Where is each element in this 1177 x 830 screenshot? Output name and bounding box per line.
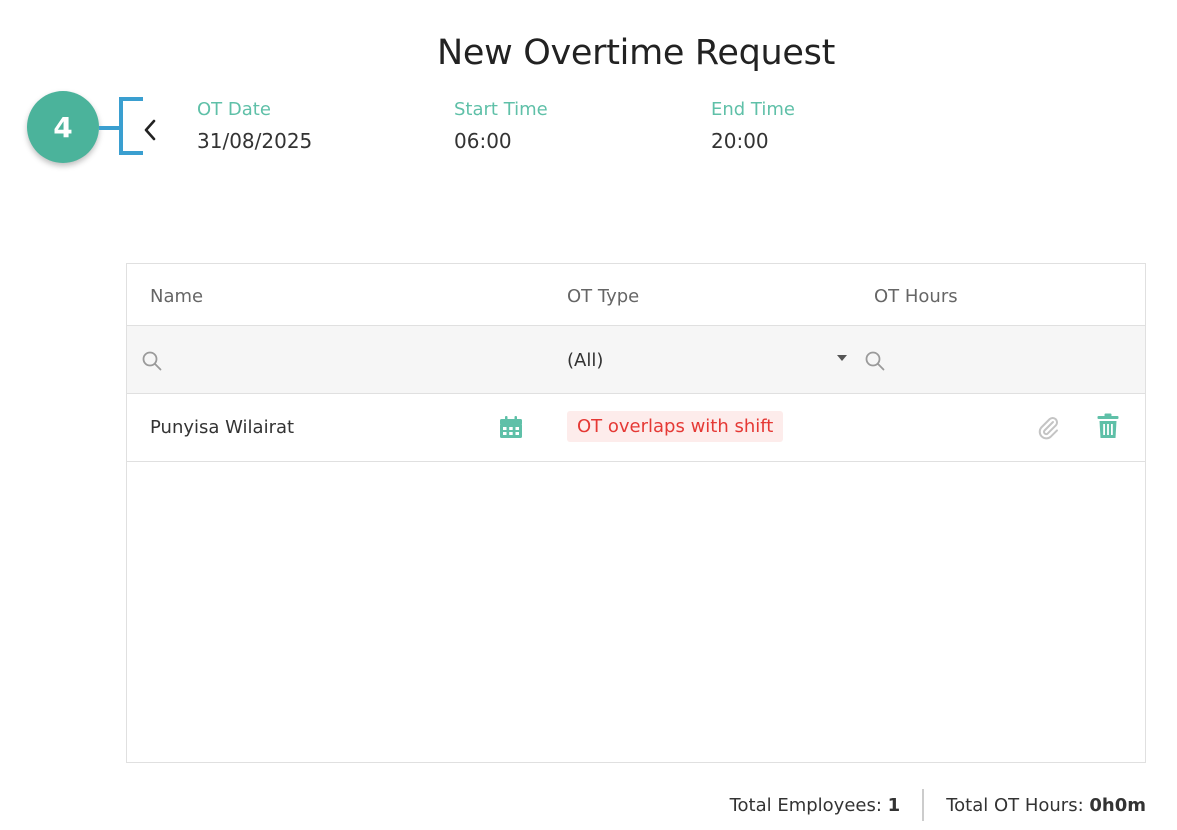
column-header-ot-hours[interactable]: OT Hours bbox=[874, 286, 958, 307]
paperclip-icon bbox=[1038, 416, 1059, 440]
start-time-label: Start Time bbox=[454, 99, 548, 120]
callout-connector bbox=[99, 126, 119, 130]
ot-date-label: OT Date bbox=[197, 99, 271, 120]
start-time-value: 06:00 bbox=[454, 129, 512, 153]
calendar-icon bbox=[500, 416, 522, 438]
column-header-ot-type[interactable]: OT Type bbox=[567, 286, 639, 307]
trash-icon bbox=[1097, 413, 1119, 438]
ot-hours-filter-input[interactable] bbox=[864, 350, 886, 372]
ot-type-filter-select[interactable]: (All) bbox=[567, 342, 847, 378]
footer-divider bbox=[922, 789, 925, 821]
total-employees-label: Total Employees: bbox=[729, 794, 882, 816]
total-employees-value: 1 bbox=[887, 794, 901, 816]
start-time-field: Start Time 06:00 bbox=[454, 99, 548, 153]
employee-name: Punyisa Wilairat bbox=[150, 417, 295, 438]
caret-down-icon bbox=[837, 355, 847, 361]
total-ot-hours-value: 0h0m bbox=[1089, 794, 1146, 816]
search-icon bbox=[142, 351, 162, 371]
column-header-name[interactable]: Name bbox=[150, 286, 203, 307]
back-button[interactable] bbox=[138, 114, 162, 146]
page-title: New Overtime Request bbox=[436, 33, 836, 73]
grid-header: Name OT Type OT Hours bbox=[127, 264, 1145, 326]
filter-row: (All) bbox=[127, 326, 1145, 394]
attachment-button[interactable] bbox=[1035, 414, 1061, 440]
summary-footer: Total Employees: 1 Total OT Hours: 0h0m bbox=[730, 789, 1146, 821]
end-time-value: 20:00 bbox=[711, 129, 769, 153]
ot-overlap-warning: OT overlaps with shift bbox=[567, 411, 784, 442]
total-ot-hours-label: Total OT Hours: bbox=[946, 794, 1084, 816]
step-badge: 4 bbox=[27, 91, 99, 163]
search-icon bbox=[865, 351, 885, 371]
end-time-field: End Time 20:00 bbox=[711, 99, 795, 153]
chevron-left-icon bbox=[144, 119, 156, 141]
employee-grid: Name OT Type OT Hours (All) Punyisa Wila… bbox=[126, 263, 1146, 763]
ot-date-value: 31/08/2025 bbox=[197, 129, 313, 153]
name-filter-input[interactable] bbox=[141, 350, 163, 372]
delete-button[interactable] bbox=[1097, 413, 1119, 439]
end-time-label: End Time bbox=[711, 99, 795, 120]
calendar-button[interactable] bbox=[499, 415, 523, 439]
ot-date-field: OT Date 31/08/2025 bbox=[197, 99, 312, 153]
table-row[interactable]: Punyisa Wilairat OT overlaps with shift bbox=[127, 394, 1145, 462]
ot-type-filter-value: (All) bbox=[567, 350, 604, 371]
